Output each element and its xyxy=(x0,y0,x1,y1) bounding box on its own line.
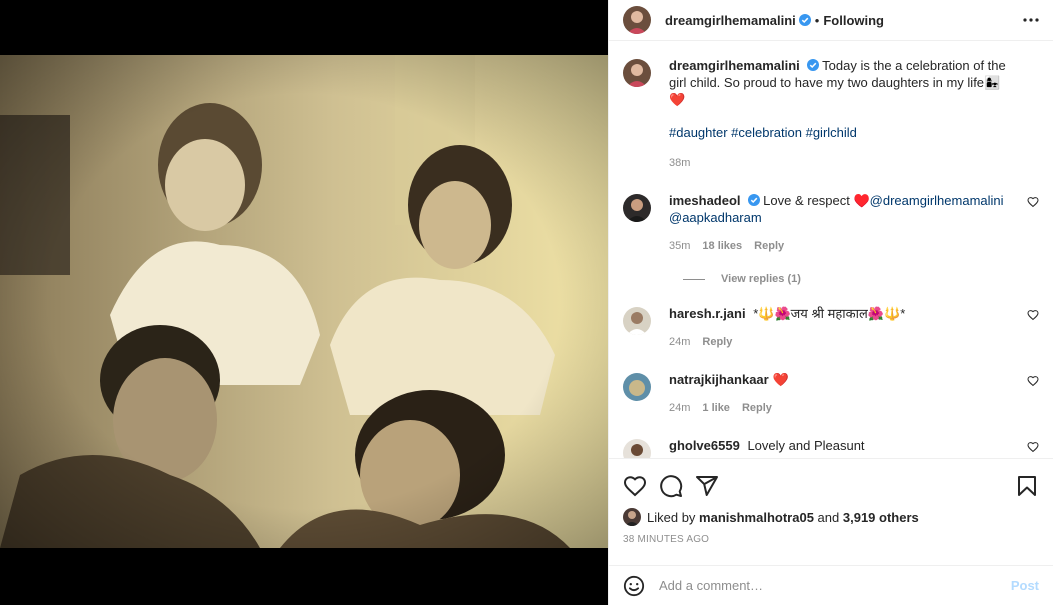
comment-text: Lovely and Pleasunt xyxy=(747,438,865,453)
commenter-username[interactable]: haresh.r.jani xyxy=(669,306,746,321)
comment-heart-icon[interactable] xyxy=(1027,309,1039,321)
more-icon[interactable] xyxy=(1021,12,1041,28)
comment-input[interactable] xyxy=(659,578,1011,593)
likes-others[interactable]: 3,919 others xyxy=(843,510,919,525)
caption-author-username[interactable]: dreamgirlhemamalini xyxy=(669,58,800,73)
commenter-avatar[interactable] xyxy=(623,439,651,458)
add-comment-bar: Post xyxy=(609,565,1053,605)
post-photo[interactable] xyxy=(0,55,608,548)
post-details-panel: dreamgirlhemamalini • Following dreamgir… xyxy=(608,0,1053,605)
comment-mention[interactable]: @aapkadharam xyxy=(669,210,762,225)
comment-body: natrajkijhankaar ❤️ 24m 1 like Reply xyxy=(669,371,1039,417)
commenter-avatar[interactable] xyxy=(623,373,651,401)
caption-hashtags[interactable]: #daughter #celebration #girlchild xyxy=(669,124,1013,141)
commenter-avatar[interactable] xyxy=(623,194,651,222)
verified-icon xyxy=(798,14,811,26)
comments-list[interactable]: dreamgirlhemamalini Today is the a celeb… xyxy=(609,41,1053,458)
likes-and: and xyxy=(817,509,840,525)
comment-time[interactable]: 24m xyxy=(669,400,690,417)
commenter-username[interactable]: natrajkijhankaar xyxy=(669,372,769,387)
separator-dot: • xyxy=(814,12,820,28)
post-header: dreamgirlhemamalini • Following xyxy=(609,0,1053,41)
comment-body: gholve6559 Lovely and Pleasunt xyxy=(669,437,1039,458)
comment-text: Love & respect ♥️ xyxy=(763,193,870,208)
heart-icon[interactable] xyxy=(623,474,647,498)
comment-time[interactable]: 35m xyxy=(669,238,690,255)
view-replies-line xyxy=(683,278,705,280)
view-replies-label: View replies (1) xyxy=(721,273,801,285)
caption: dreamgirlhemamalini Today is the a celeb… xyxy=(623,41,1039,172)
family-photo-image xyxy=(0,55,608,548)
likes-summary: Liked by manishmalhotra05 and 3,919 othe… xyxy=(609,508,1053,526)
caption-author-avatar[interactable] xyxy=(623,59,651,87)
comment-item: gholve6559 Lovely and Pleasunt xyxy=(623,417,1039,458)
comment-text: *🔱🌺जय श्री महाकाल🌺🔱* xyxy=(753,306,906,321)
commenter-username[interactable]: imeshadeol xyxy=(669,193,741,208)
post-timestamp[interactable]: 38 MINUTES AGO xyxy=(609,534,1053,545)
bookmark-icon[interactable] xyxy=(1015,474,1039,498)
comment-likes[interactable]: 18 likes xyxy=(702,238,742,255)
comment-text: ❤️ xyxy=(772,372,789,387)
action-icons-row xyxy=(609,459,1053,503)
instagram-post-viewer: dreamgirlhemamalini • Following dreamgir… xyxy=(0,0,1053,605)
comment-item: natrajkijhankaar ❤️ 24m 1 like Reply xyxy=(623,351,1039,417)
share-icon[interactable] xyxy=(695,474,719,498)
likes-prefix: Liked by xyxy=(647,509,696,525)
caption-time[interactable]: 38m xyxy=(669,155,690,172)
commenter-username[interactable]: gholve6559 xyxy=(669,438,740,453)
author-avatar[interactable] xyxy=(623,6,651,34)
liker-avatar[interactable] xyxy=(623,508,641,526)
commenter-avatar[interactable] xyxy=(623,307,651,335)
author-username[interactable]: dreamgirlhemamalini xyxy=(665,13,796,28)
post-button[interactable]: Post xyxy=(1011,578,1039,593)
emoji-icon[interactable] xyxy=(623,575,645,597)
reply-button[interactable]: Reply xyxy=(754,238,784,255)
comment-item: imeshadeol Love & respect ♥️@dreamgirlhe… xyxy=(623,172,1039,255)
view-replies-button[interactable]: View replies (1) xyxy=(683,273,1039,285)
media-area xyxy=(0,0,608,605)
reply-button[interactable]: Reply xyxy=(702,334,732,351)
comment-likes[interactable]: 1 like xyxy=(702,400,730,417)
caption-body: dreamgirlhemamalini Today is the a celeb… xyxy=(669,57,1039,172)
verified-icon xyxy=(806,59,819,71)
comment-heart-icon[interactable] xyxy=(1027,196,1039,208)
comment-body: imeshadeol Love & respect ♥️@dreamgirlhe… xyxy=(669,192,1039,255)
comment-heart-icon[interactable] xyxy=(1027,441,1039,453)
comment-mention[interactable]: @dreamgirlhemamalini xyxy=(870,193,1004,208)
comment-body: haresh.r.jani *🔱🌺जय श्री महाकाल🌺🔱* 24m R… xyxy=(669,305,1039,351)
reply-button[interactable]: Reply xyxy=(742,400,772,417)
comment-heart-icon[interactable] xyxy=(1027,375,1039,387)
liker-username[interactable]: manishmalhotra05 xyxy=(699,510,814,525)
following-button[interactable]: Following xyxy=(823,13,884,28)
verified-icon xyxy=(747,194,760,206)
comment-icon[interactable] xyxy=(659,474,683,498)
comment-time[interactable]: 24m xyxy=(669,334,690,351)
comment-item: haresh.r.jani *🔱🌺जय श्री महाकाल🌺🔱* 24m R… xyxy=(623,285,1039,351)
